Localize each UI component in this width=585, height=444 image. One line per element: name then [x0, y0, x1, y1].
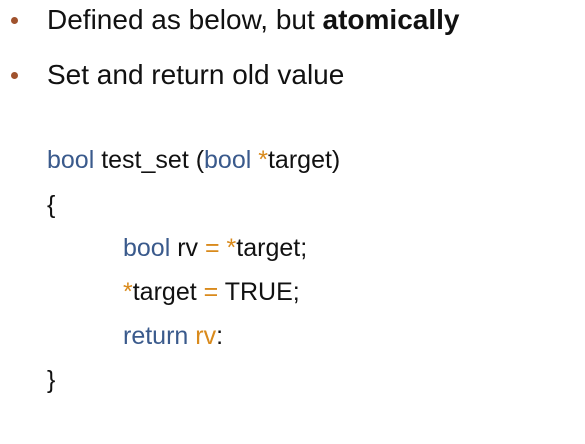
code-text: target: [132, 278, 204, 306]
code-operator: =: [203, 278, 219, 306]
code-line-1: bool test_set (bool *target): [47, 145, 340, 175]
code-text: :: [216, 322, 224, 350]
bullet-text-1-plain: Defined as below, but: [47, 4, 323, 35]
bullet-text-1-bold: atomically: [322, 4, 460, 35]
code-text: test_set (: [94, 146, 205, 174]
code-keyword: bool: [47, 146, 95, 174]
code-text: rv: [170, 234, 205, 262]
code-keyword: bool: [204, 146, 252, 174]
code-operator: *: [123, 278, 133, 306]
code-text: target): [267, 146, 341, 174]
bullet-text-1: Defined as below, but atomically: [47, 3, 459, 37]
code-line-3: bool rv = *target;: [123, 233, 307, 263]
bullet-text-2: Set and return old value: [47, 59, 345, 90]
code-variable: rv: [195, 322, 217, 350]
code-operator: *: [226, 234, 237, 262]
code-keyword: bool: [123, 234, 171, 262]
slide: Defined as below, but atomically Set and…: [0, 0, 585, 444]
code-line-2: {: [47, 190, 55, 220]
code-close-brace: }: [47, 366, 56, 394]
code-operator: =: [204, 234, 220, 262]
code-open-brace: {: [47, 191, 56, 219]
code-line-6: }: [47, 365, 55, 395]
bullet-dot-icon: [11, 72, 18, 79]
code-keyword: return: [123, 322, 189, 350]
code-line-5: return rv:: [123, 321, 223, 351]
code-operator: *: [258, 146, 268, 174]
bullet-dot-icon: [11, 17, 18, 24]
code-line-4: *target = TRUE;: [123, 277, 300, 307]
code-text: TRUE;: [218, 278, 300, 306]
code-text: target;: [236, 234, 308, 262]
